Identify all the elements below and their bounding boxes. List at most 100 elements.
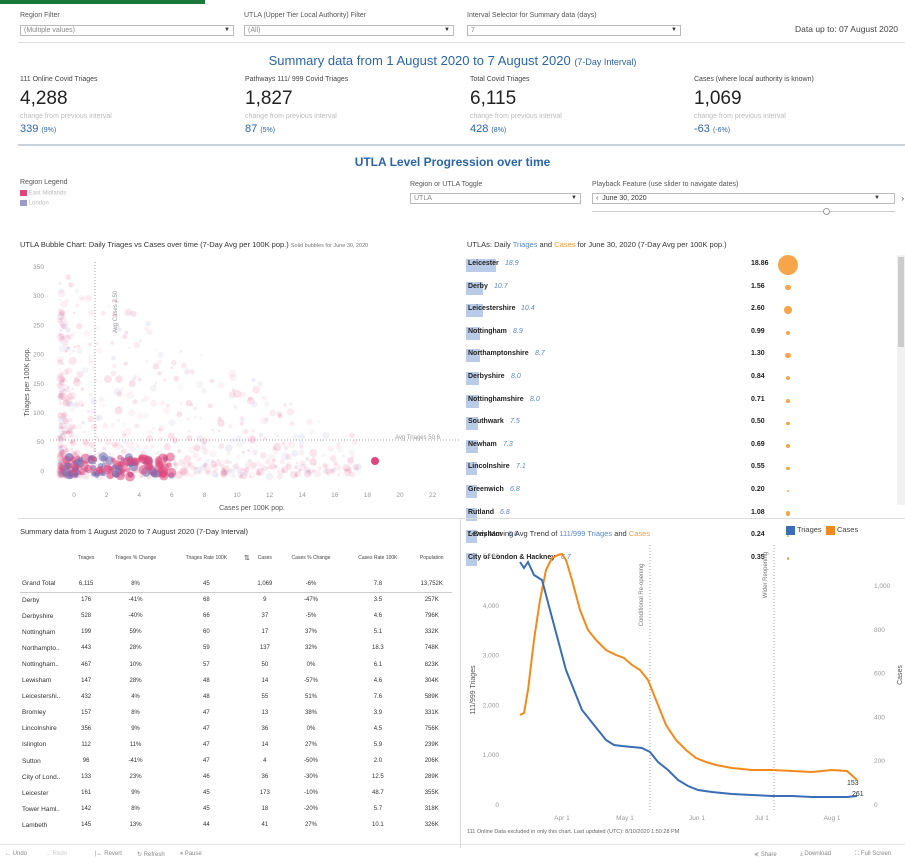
table-cell: 96 [82, 758, 90, 765]
utla-bars-scroll[interactable] [897, 255, 905, 505]
utla-bar-row[interactable]: Southwark 7.5 0.50 [466, 415, 806, 438]
bubble-chart[interactable]: Triages per 100K pop. 350300250200150100… [20, 252, 460, 514]
table-row[interactable]: Lewisham 147 28% 48 14 -57% 4.6 304K [20, 673, 452, 689]
table-cell: 145 [81, 822, 92, 829]
bubble-point [117, 419, 120, 422]
sort-icon[interactable]: ⇅ [242, 540, 252, 576]
col-cases-rate[interactable]: Cases Rate 100K [344, 540, 411, 576]
refresh-button[interactable]: ↻ Refresh [137, 851, 165, 858]
spacer-cell [242, 753, 252, 769]
table-cell: -41% [128, 758, 143, 765]
next-date-button[interactable]: › [901, 194, 904, 203]
table-row[interactable]: Northampto.. 443 28% 59 137 32% 18.3 748K [20, 640, 452, 656]
bubble-point [219, 469, 227, 477]
summary-table: Triages Triages % Change Triages Rate 10… [20, 540, 452, 834]
trend-chart[interactable]: 111/999 Triages Cases Conditional Re-ope… [462, 540, 905, 830]
table-row[interactable]: Nottingham.. 467 10% 57 50 0% 6.1 823K [20, 656, 452, 672]
bubble-point [285, 453, 292, 460]
pause-button[interactable]: ⏸ Pause [180, 851, 202, 858]
bubble-point [268, 462, 276, 470]
undo-button[interactable]: ← Undo [5, 851, 27, 857]
table-row[interactable]: Tower Haml.. 142 8% 45 18 -20% 5.7 318K [20, 801, 452, 817]
bubble-point [179, 349, 183, 353]
utla-bar-row[interactable]: Newham 7.3 0.69 [466, 438, 806, 461]
utla-bar-row[interactable]: Greenwich 6.8 0.20 [466, 483, 806, 506]
grand-total-row[interactable]: Grand Total 6,115 8% 45 1,069 -6% 7.8 13,752K [20, 576, 452, 593]
table-row[interactable]: Islington 112 11% 47 14 27% 5.9 239K [20, 737, 452, 753]
utla-case-value: 0.69 [751, 440, 765, 448]
playback-date-select[interactable]: ‹ June 30, 2020 ▼ › [592, 193, 904, 204]
utla-bar-row[interactable]: Leicester 18.9 18.86 [466, 255, 806, 280]
revert-button[interactable]: |← Revert [95, 851, 122, 857]
legend-item-london[interactable]: London [20, 200, 49, 207]
col-triages-pct[interactable]: Triages % Change [100, 540, 171, 576]
utla-bar-row[interactable]: Northamptonshire 8.7 1.30 [466, 347, 806, 370]
table-row[interactable]: City of Lond.. 133 23% 46 36 -30% 12.5 289K [20, 769, 452, 785]
bubble-point [194, 415, 197, 419]
table-cell: 13% [129, 822, 142, 829]
download-icon: ⤓ [800, 851, 803, 857]
col-cases-pct[interactable]: Cases % Change [278, 540, 345, 576]
utla-bar-row[interactable]: Derbyshire 8.0 0.84 [466, 370, 806, 393]
bubble-point [289, 442, 292, 445]
download-button[interactable]: ⤓ Download [800, 851, 831, 858]
table-cell: 467 [81, 661, 92, 668]
region-utla-toggle[interactable]: UTLA ▼ [410, 193, 581, 204]
redo-button[interactable]: → Redo [45, 851, 67, 857]
bubble-point-current [158, 466, 169, 476]
col-triages-rate[interactable]: Triages Rate 100K [171, 540, 242, 576]
table-cell: 9% [131, 725, 140, 732]
col-triages[interactable]: Triages [72, 540, 100, 576]
utla-case-value: 0.50 [751, 418, 765, 426]
interval-selector-select[interactable]: 7 ▼ [467, 25, 681, 36]
utla-triage-value: 8.0 [530, 395, 540, 403]
table-row[interactable]: Derbyshire 528 -40% 66 37 -5% 4.6 796K [20, 608, 452, 624]
table-cell: -6% [305, 580, 317, 587]
table-row[interactable]: Lambeth 145 13% 44 41 27% 10.1 326K [20, 817, 452, 833]
col-population[interactable]: Population [411, 540, 452, 576]
bubble-point [323, 468, 329, 474]
bubble-point [59, 335, 67, 343]
col-cases[interactable]: Cases [252, 540, 278, 576]
table-cell: 46 [203, 774, 210, 781]
table-cell: 0% [306, 661, 316, 668]
utla-bar-row[interactable]: Lincolnshire 7.1 0.55 [466, 460, 806, 483]
table-row[interactable]: Sutton 96 -41% 47 4 -50% 2.0 206K [20, 753, 452, 769]
bubble-point [171, 440, 177, 445]
table-cell: 14 [261, 677, 269, 684]
utla-bar-row[interactable]: Derby 10.7 1.56 [466, 280, 806, 303]
prev-date-button[interactable]: ‹ [596, 195, 598, 202]
bubble-point [111, 312, 117, 317]
share-icon: ⋞ [754, 852, 760, 858]
playback-slider-track[interactable] [592, 211, 895, 212]
bubble-point [132, 399, 138, 405]
table-row[interactable]: Derby 176 -41% 68 9 -47% 3.5 257K [20, 592, 452, 608]
table-cell: 57 [203, 661, 210, 668]
trend-y-left-tick: 2,000 [483, 702, 500, 709]
spacer-cell [242, 673, 252, 689]
utla-bar-row[interactable]: Nottinghamshire 8.0 0.71 [466, 393, 806, 416]
utla-bar-row[interactable]: Nottingham 8.9 0.99 [466, 325, 806, 348]
utla-triage-value: 7.5 [510, 418, 520, 426]
utla-bar-row[interactable]: Leicestershire 10.4 2.60 [466, 302, 806, 325]
bubble-point [218, 443, 225, 449]
utla-filter-select[interactable]: (All) ▼ [244, 25, 454, 36]
table-row[interactable]: Bromley 157 8% 47 13 38% 3.9 331K [20, 705, 452, 721]
bubble-point [262, 465, 269, 472]
table-row[interactable]: Nottingham 199 59% 60 17 37% 5.1 332K [20, 624, 452, 640]
table-row[interactable]: Leicester 161 9% 45 173 -10% 48.7 355K [20, 785, 452, 801]
fullscreen-button[interactable]: ⛶ Full Screen [855, 851, 891, 858]
table-row[interactable]: Lincolnshire 356 9% 47 36 0% 4.5 756K [20, 721, 452, 737]
bubble-point [127, 409, 136, 417]
playback-slider-handle[interactable] [823, 208, 830, 215]
bubble-point [224, 444, 233, 452]
legend-item-east-midlands[interactable]: East Midlands [20, 190, 66, 197]
utla-bar-row[interactable]: Rutland 6.8 1.08 [466, 506, 806, 529]
bubble-point [60, 445, 63, 448]
region-filter-select[interactable]: (Multiple values) ▼ [20, 25, 234, 36]
leicester-bubble[interactable] [371, 457, 379, 465]
table-row[interactable]: Leicestershi.. 432 4% 48 55 51% 7.6 589K [20, 689, 452, 705]
spacer-cell [242, 785, 252, 801]
bubble-point [199, 417, 202, 420]
share-button[interactable]: ⋞ Share [754, 851, 777, 858]
